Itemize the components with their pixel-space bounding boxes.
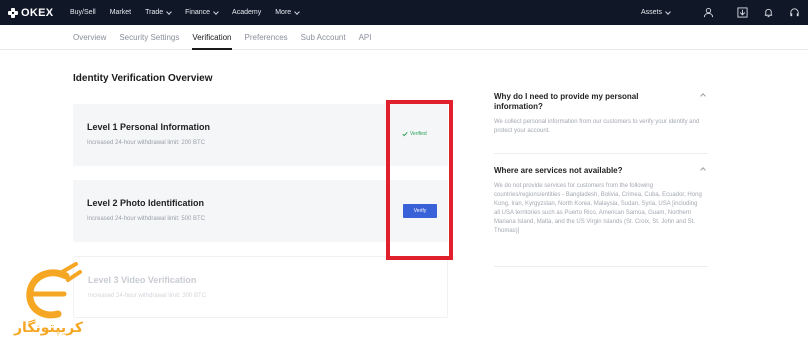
chevron-up-icon[interactable] <box>700 167 706 173</box>
faq-divider <box>494 266 708 267</box>
top-nav-bar: OKEX Buy/Sell Market Trade Finance Acade… <box>0 0 808 25</box>
faq-answer: We do not provide services for customers… <box>494 183 702 234</box>
headset-icon[interactable] <box>788 7 800 19</box>
right-nav: Assets <box>641 0 800 25</box>
level-title: Level 2 Photo Identification <box>87 198 205 208</box>
level-title: Level 3 Video Verification <box>88 275 197 285</box>
bell-icon[interactable] <box>762 7 774 19</box>
nav-item-trade[interactable]: Trade <box>145 8 172 16</box>
main-nav: Buy/Sell Market Trade Finance Academy Mo… <box>70 8 313 16</box>
level-subtitle: Increased 24-hour withdrawal limit: 300 … <box>88 293 207 299</box>
nav-label: Buy/Sell <box>70 9 96 16</box>
level-3-card: Level 3 Video Verification Increased 24-… <box>73 256 448 318</box>
chevron-down-icon <box>665 8 671 15</box>
chevron-down-icon <box>294 8 301 15</box>
nav-label: Trade <box>145 9 164 16</box>
nav-item-more[interactable]: More <box>275 8 301 16</box>
user-icon[interactable] <box>702 7 714 19</box>
tab-preferences[interactable]: Preferences <box>245 25 288 50</box>
level-title: Level 1 Personal Information <box>87 122 211 132</box>
chevron-up-icon[interactable] <box>700 93 706 99</box>
page-title: Identity Verification Overview <box>73 73 213 84</box>
account-subnav: Overview Security Settings Verification … <box>0 25 808 50</box>
faq-question: Why do I need to provide my personal inf… <box>494 92 639 111</box>
faq-question: Where are services not available? <box>494 166 623 175</box>
nav-item-academy[interactable]: Academy <box>232 9 261 16</box>
chevron-down-icon <box>166 8 172 15</box>
nav-label: Academy <box>232 9 262 16</box>
level-subtitle: Increased 24-hour withdrawal limit: 200 … <box>87 140 206 146</box>
watermark-text: کریپتونگار <box>14 320 84 336</box>
tab-sub-account[interactable]: Sub Account <box>301 25 346 50</box>
faq-item-services-not-available[interactable]: Where are services not available? We do … <box>494 166 708 236</box>
highlight-annotation-box <box>386 100 453 260</box>
nav-label: Finance <box>185 9 211 16</box>
nav-item-market[interactable]: Market <box>110 9 131 16</box>
chevron-down-icon <box>213 8 219 15</box>
faq-item-personal-info[interactable]: Why do I need to provide my personal inf… <box>494 92 708 136</box>
assets-menu[interactable]: Assets <box>640 8 671 16</box>
assets-label: Assets <box>640 9 662 16</box>
okex-logo-icon <box>8 7 18 18</box>
nav-label: Market <box>109 9 132 16</box>
tab-overview[interactable]: Overview <box>73 25 106 50</box>
okex-logo[interactable]: OKEX <box>8 7 62 19</box>
faq-divider <box>494 153 708 154</box>
level-subtitle: Increased 24-hour withdrawal limit: 500 … <box>87 216 206 222</box>
nav-label: More <box>275 9 292 16</box>
tab-verification[interactable]: Verification <box>192 25 232 50</box>
brand-name: OKEX <box>21 6 54 19</box>
tab-security-settings[interactable]: Security Settings <box>119 25 179 50</box>
nav-item-finance[interactable]: Finance <box>185 8 219 16</box>
faq-answer: We collect personal information from our… <box>494 119 700 134</box>
tab-api[interactable]: API <box>359 25 372 50</box>
nav-item-buy-sell[interactable]: Buy/Sell <box>70 9 96 16</box>
download-icon[interactable] <box>736 7 748 19</box>
